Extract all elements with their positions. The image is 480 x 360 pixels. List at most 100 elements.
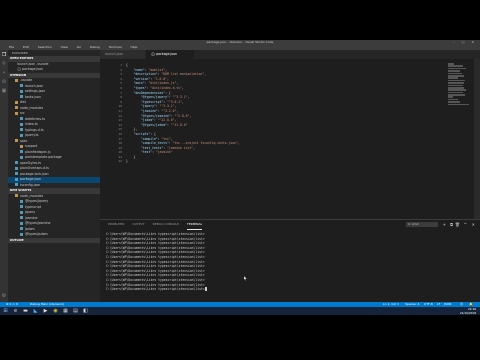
file-icon: [20, 210, 23, 214]
code-line[interactable]: }: [126, 159, 240, 164]
terminal-line: C:\Users\WP\Documents\Librs typescript\x…: [106, 254, 205, 259]
file-icon: [20, 133, 23, 137]
file-icon: [20, 89, 23, 93]
folder-icon: [15, 194, 18, 197]
windows-taskbar: ⊞ e ▬ ◣ ▶ ◉ ▦ ▤ ◧ 22:16 21/10/2018: [0, 307, 480, 315]
file-tree-label: package-lock.json: [20, 171, 49, 176]
maximize-button[interactable]: □: [462, 40, 468, 44]
files-icon[interactable]: ❐: [2, 53, 7, 58]
file-tree-label: tasks.json: [25, 94, 41, 99]
outline-section[interactable]: OUTLINE: [8, 237, 100, 243]
file-tree-label: specStyles.ts: [20, 160, 41, 165]
maximize-panel-icon[interactable]: ^: [464, 222, 467, 227]
tab-debug-console[interactable]: DEBUG CONSOLE: [153, 220, 179, 229]
vscode-icon[interactable]: ◣: [32, 308, 39, 314]
bottom-panel: PROBLEMS OUTPUT DEBUG CONSOLE TERMINAL 1…: [100, 219, 480, 303]
terminal-line: C:\Users\WP\Documents\Librs typescript\x…: [106, 277, 205, 282]
trash-icon[interactable]: 🗑: [455, 222, 460, 227]
file-icon: [15, 177, 18, 181]
code-editor[interactable]: 1 2 3 4 5 6 7 8 9 10 11 12 13 14 15 16 17 18 19 20 21 22 { "n…: [100, 59, 480, 219]
file-icon: [20, 122, 23, 126]
file-tree-label: plaintemplate.package: [25, 155, 62, 159]
file-tree-label: src: [20, 111, 25, 115]
new-terminal-icon[interactable]: +: [443, 222, 446, 227]
folder-icon: [20, 144, 23, 148]
code-lines[interactable]: { "name": "domlist", "description": "DOM…: [126, 63, 240, 164]
dependency-label: @types/jquery: [25, 199, 49, 203]
tab-package-json[interactable]: {} package.json: [146, 50, 194, 59]
file-icon: [20, 150, 23, 153]
terminal-select[interactable]: 1: cmd: [406, 221, 438, 227]
file-icon: [20, 227, 23, 230]
file-icon: [20, 199, 23, 203]
file-tree-label: index.ts: [25, 122, 38, 126]
tab-problems[interactable]: PROBLEMS: [108, 220, 124, 229]
tab-output[interactable]: OUTPUT: [132, 220, 144, 229]
source-control-icon[interactable]: ⑂: [2, 71, 7, 76]
file-tree-label: plainOverlaps.d.ts: [20, 166, 49, 170]
file-icon: [15, 183, 18, 186]
file-tree: .vscode launch.json settings.json tasks.jso…: [8, 78, 100, 188]
terminal-cursor: [204, 287, 207, 291]
file-icon: [20, 216, 23, 219]
dependency-label: jsdom: [25, 226, 35, 231]
file-tree-label: settings.json: [25, 89, 46, 93]
close-button[interactable]: ✕: [471, 40, 477, 44]
debug-icon[interactable]: ⊘: [2, 80, 7, 85]
mouse-pointer-icon: [244, 276, 247, 281]
minimap[interactable]: [448, 63, 470, 123]
tab-terminal[interactable]: TERMINAL: [186, 220, 203, 230]
activity-bar: ❐ ⚲ ⑂ ⊘ ▣ ⚙: [0, 50, 8, 302]
file-icon: [20, 205, 23, 208]
dependency-label: @types/jsdom: [25, 232, 48, 236]
screen: package.json - xtension - Visual Studio …: [0, 40, 480, 315]
app-icon[interactable]: ▦: [62, 308, 69, 314]
start-icon[interactable]: ⊞: [2, 308, 9, 314]
ie-icon[interactable]: e: [12, 308, 19, 314]
folder-icon: [15, 139, 18, 142]
tab-launch-json[interactable]: launch.json: [100, 50, 145, 59]
extensions-icon[interactable]: ▣: [2, 89, 7, 94]
file-tree-label: spec: [20, 138, 28, 143]
clock-date: 21/10/2018: [459, 311, 476, 315]
folder-icon: [15, 100, 18, 104]
app-icon[interactable]: ▤: [72, 308, 79, 314]
settings-gear-icon[interactable]: ⚙: [2, 294, 7, 299]
file-icon: [20, 155, 23, 159]
dependency-tree: node_modules @types/jquery typescript jquer…: [8, 194, 100, 238]
file-tree-label: jquery.ts: [25, 133, 39, 137]
file-icon: [15, 161, 18, 164]
file-tree-label: support: [25, 144, 38, 148]
app-icon[interactable]: ◧: [82, 308, 89, 314]
editor-scrollbar[interactable]: [474, 59, 480, 219]
dependency-label: @types/jasmine: [25, 221, 51, 225]
file-icon: [15, 166, 18, 170]
file-tree-label: tsconfig.json: [20, 182, 41, 187]
minimize-button[interactable]: –: [453, 40, 458, 44]
file-icon: [20, 232, 23, 236]
folder-icon[interactable]: ▬: [22, 308, 29, 314]
file-icon: [20, 95, 23, 98]
line-number: 22: [118, 159, 122, 164]
file-tree-label: package.json: [20, 177, 41, 181]
file-tree-label: dist: [20, 100, 26, 104]
file-tree-label: .vscode: [20, 78, 33, 82]
chrome-icon[interactable]: ◉: [52, 308, 59, 314]
file-tree-label: typings.d.ts: [25, 127, 44, 132]
media-icon[interactable]: ▶: [42, 308, 49, 314]
dependency-label: jquery: [25, 210, 36, 214]
close-panel-icon[interactable]: ✕: [472, 222, 475, 227]
folder-icon: [15, 111, 18, 115]
file-tree-label: launch.json: [25, 83, 44, 88]
file-icon: [20, 221, 23, 225]
editor-tabs: launch.json {} package.json: [100, 50, 480, 59]
file-icon: [20, 84, 23, 87]
split-terminal-icon[interactable]: ⧉: [450, 222, 453, 227]
file-icon: [20, 117, 23, 120]
file-tree-label: plainfieldspec.js: [25, 149, 51, 154]
terminal-output[interactable]: C:\Users\WP\Documents\Librs typescript\x…: [106, 232, 207, 292]
system-tray-clock[interactable]: 22:16 21/10/2018: [460, 307, 476, 315]
terminal-line: C:\Users\WP\Documents\Librs typescript\x…: [106, 232, 205, 236]
search-icon[interactable]: ⚲: [2, 62, 7, 67]
dependency-label: jasmine: [25, 215, 38, 220]
